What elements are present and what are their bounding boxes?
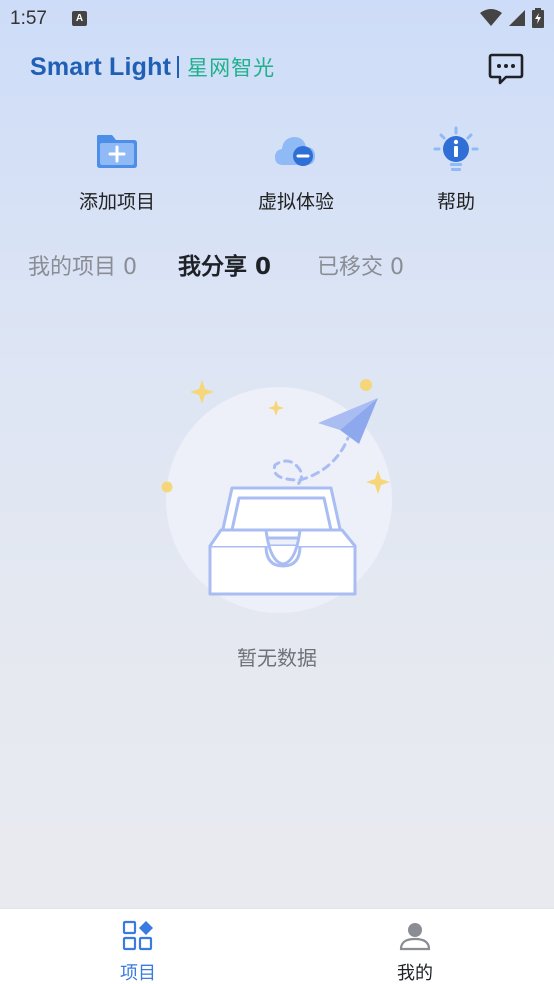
brand-name-cn: 星网智光 — [187, 56, 276, 80]
brand-logo: Smart Light 星网智光 — [30, 52, 275, 82]
info-bulb-icon — [431, 125, 481, 175]
add-project-label: 添加项目 — [78, 191, 155, 213]
quick-actions: 添加项目 虚拟体验 帮助 — [0, 125, 554, 225]
notification-icon: A — [72, 11, 87, 26]
nav-projects-label: 项目 — [120, 963, 156, 984]
brand-name-en: Smart Light — [30, 52, 172, 81]
folder-add-icon — [92, 125, 142, 175]
nav-mine-label: 我的 — [397, 963, 433, 984]
empty-inbox-paper-plane-icon — [150, 370, 410, 620]
project-tabs: 我的项目 0 我分享 0 已移交 0 — [0, 245, 554, 285]
add-project-button[interactable]: 添加项目 — [47, 125, 187, 214]
wifi-icon — [480, 9, 502, 26]
brand-divider — [177, 56, 180, 78]
tab-my-shares[interactable]: 我分享 0 — [178, 247, 271, 281]
tab-my-projects[interactable]: 我的项目 0 — [28, 249, 137, 281]
person-icon — [398, 919, 432, 953]
battery-icon — [532, 8, 544, 28]
virtual-experience-button[interactable]: 虚拟体验 — [226, 125, 366, 214]
signal-icon — [509, 10, 525, 26]
empty-state-text: 暂无数据 — [237, 646, 317, 670]
status-icons — [480, 8, 544, 28]
tab-transferred[interactable]: 已移交 0 — [317, 249, 404, 281]
nav-mine[interactable]: 我的 — [365, 919, 465, 984]
status-time: 1:57 — [10, 8, 47, 29]
help-label: 帮助 — [436, 191, 475, 213]
nav-projects[interactable]: 项目 — [88, 919, 188, 984]
chat-bubble-icon — [488, 53, 524, 85]
virtual-experience-label: 虚拟体验 — [257, 191, 334, 213]
messages-button[interactable] — [488, 52, 524, 86]
grid-icon — [121, 919, 155, 953]
cloud-icon — [271, 125, 321, 175]
status-bar: 1:57 A — [0, 0, 554, 38]
app-header: Smart Light 星网智光 — [0, 48, 554, 88]
help-button[interactable]: 帮助 — [386, 125, 526, 214]
bottom-nav: 项目 我的 — [0, 908, 554, 984]
